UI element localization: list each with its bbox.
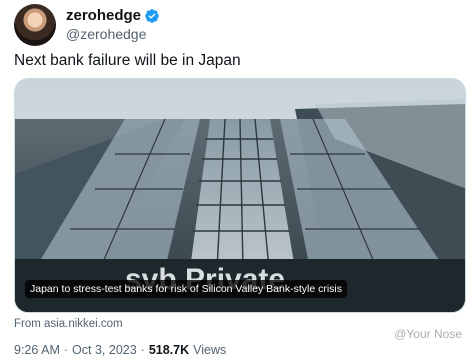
tweet-date[interactable]: Oct 3, 2023 — [72, 343, 137, 357]
handle[interactable]: @zerohedge — [66, 25, 160, 43]
display-name-row: zerohedge — [66, 7, 160, 25]
views-count: 518.7K — [148, 343, 190, 357]
meta-separator: · — [140, 343, 145, 357]
avatar[interactable] — [14, 4, 56, 46]
account-names: zerohedge @zerohedge — [66, 7, 160, 43]
tweet-time[interactable]: 9:26 AM — [14, 343, 60, 357]
tweet-header: zerohedge @zerohedge — [14, 4, 160, 46]
link-card[interactable]: svb Private Japan to stress-test banks f… — [14, 78, 466, 313]
display-name[interactable]: zerohedge — [66, 7, 141, 25]
verified-badge-icon — [145, 9, 159, 23]
card-caption[interactable]: Japan to stress-test banks for risk of S… — [25, 280, 348, 298]
watermark: @Your Nose — [394, 327, 462, 341]
tweet-meta: 9:26 AM · Oct 3, 2023 · 518.7K Views — [14, 343, 226, 357]
tweet-text: Next bank failure will be in Japan — [14, 52, 241, 69]
building-photo: svb Private — [15, 79, 465, 312]
card-source[interactable]: From asia.nikkei.com — [14, 318, 123, 330]
meta-separator: · — [63, 343, 69, 357]
views-label: Views — [193, 343, 227, 357]
